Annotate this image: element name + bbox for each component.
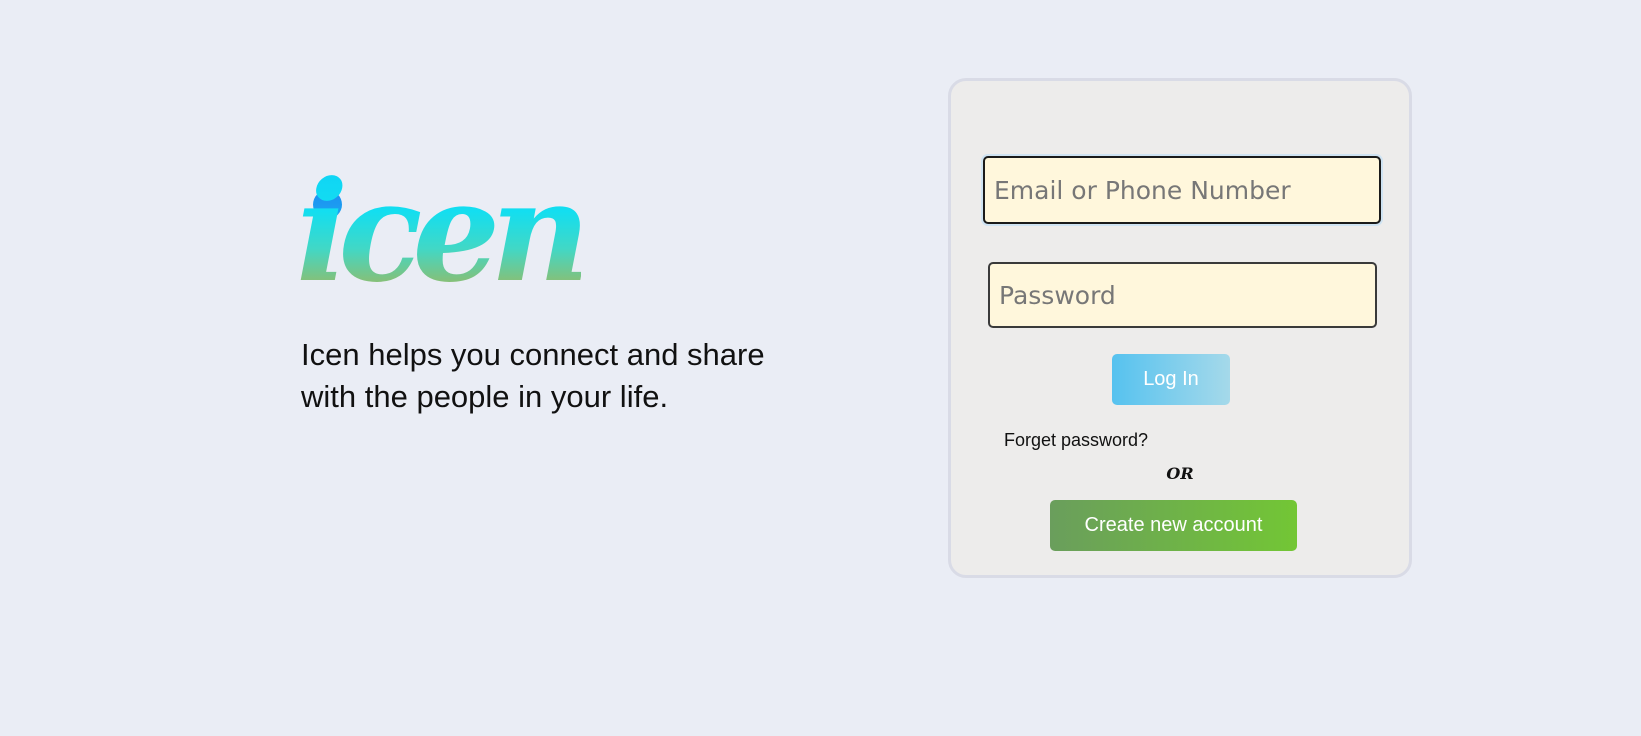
- forgot-password-link[interactable]: Forget password?: [1004, 430, 1148, 451]
- logo-wordmark: icen: [296, 150, 591, 313]
- password-field[interactable]: [988, 262, 1377, 328]
- email-field[interactable]: [983, 156, 1381, 224]
- tagline: Icen helps you connect and share with th…: [301, 337, 765, 414]
- icen-logo: icen: [296, 163, 591, 320]
- login-button[interactable]: Log In: [1112, 354, 1230, 405]
- login-card: Log In Forget password? OR Create new ac…: [948, 78, 1412, 578]
- create-account-button[interactable]: Create new account: [1050, 500, 1297, 551]
- or-divider: OR: [1166, 464, 1194, 483]
- brand-section: icen Icen helps you connect and share wi…: [296, 163, 820, 418]
